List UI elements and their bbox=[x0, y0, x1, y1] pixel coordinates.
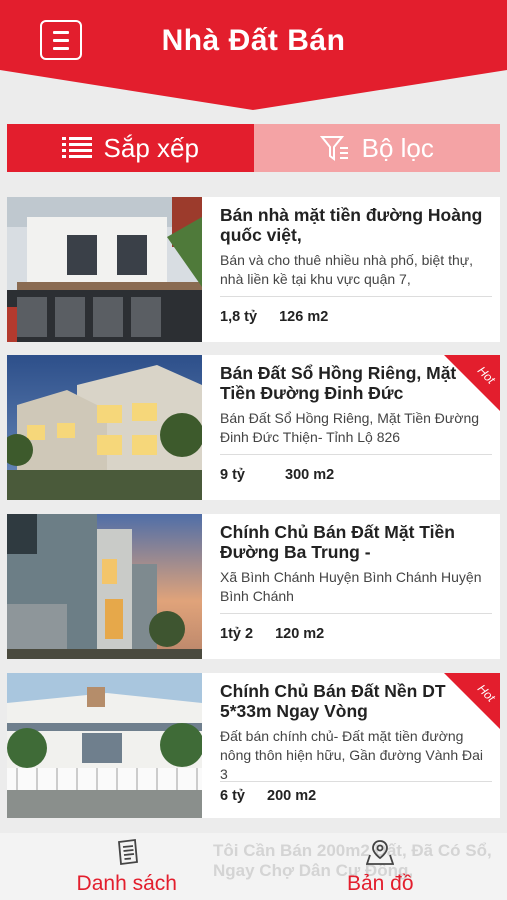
list-document-icon bbox=[117, 838, 138, 865]
divider bbox=[220, 781, 492, 782]
listing-card[interactable]: Chính Chủ Bán Đất Nền DT 5*33m Ngay Vòng… bbox=[7, 673, 500, 818]
listing-price: 9 tỷ bbox=[220, 467, 245, 483]
page-title: Nhà Đất Bán bbox=[161, 24, 346, 57]
list-icon bbox=[61, 137, 92, 158]
divider bbox=[220, 613, 492, 614]
listing-card[interactable]: Bán nhà mặt tiền đường Hoàng quốc việt, … bbox=[7, 197, 500, 342]
filter-button[interactable]: Bộ lọc bbox=[253, 124, 500, 172]
sort-label: Sắp xếp bbox=[103, 132, 199, 163]
hot-badge: Hot bbox=[444, 673, 500, 729]
listing-price: 6 tỷ bbox=[220, 788, 245, 804]
listing-price: 1,8 tỷ bbox=[220, 309, 258, 325]
filter-icon bbox=[319, 136, 348, 161]
listing-description: Bán Đất Sổ Hồng Riêng, Mặt Tiền Đường Đi… bbox=[220, 410, 480, 445]
nav-map-label: Bản đồ bbox=[346, 871, 414, 895]
filter-label: Bộ lọc bbox=[361, 132, 434, 163]
listing-price: 1tỷ 2 bbox=[220, 626, 254, 642]
map-pin-icon bbox=[366, 839, 395, 865]
listing-description: Xã Bình Chánh Huyện Bình Chánh Huyện Bìn… bbox=[220, 569, 482, 604]
listing-area: 120 m2 bbox=[275, 626, 325, 642]
app-header: Nhà Đất Bán bbox=[0, 0, 507, 110]
listing-photo bbox=[7, 673, 202, 818]
listing-photo bbox=[7, 514, 202, 659]
divider bbox=[220, 296, 492, 297]
listing-title: Bán nhà mặt tiền đường Hoàng quốc việt, bbox=[220, 205, 483, 245]
hot-badge: Hot bbox=[444, 355, 500, 411]
listing-area: 200 m2 bbox=[267, 788, 317, 804]
listing-photo bbox=[7, 197, 202, 342]
nav-list-button[interactable]: Danh sách bbox=[0, 833, 254, 900]
listing-card[interactable]: Chính Chủ Bán Đất Mặt Tiền Đường Ba Trun… bbox=[7, 514, 500, 659]
listing-area: 300 m2 bbox=[285, 467, 335, 483]
listing-area: 126 m2 bbox=[279, 309, 329, 325]
divider bbox=[220, 454, 492, 455]
listing-description: Bán và cho thuê nhiều nhà phố, biệt thự,… bbox=[220, 252, 474, 287]
nav-map-button[interactable]: Bản đồ bbox=[254, 833, 507, 900]
listing-title: Chính Chủ Bán Đất Mặt Tiền Đường Ba Trun… bbox=[220, 522, 455, 562]
listing-photo bbox=[7, 355, 202, 500]
bottom-nav: Tôi Cần Bán 200m2 Đất, Đã Có Sổ, Ngay Ch… bbox=[0, 833, 507, 900]
sort-filter-tabs: Sắp xếp Bộ lọc bbox=[7, 124, 500, 172]
sort-button[interactable]: Sắp xếp bbox=[7, 124, 254, 172]
listing-description: Đất bán chính chủ- Đất mặt tiền đường nô… bbox=[220, 728, 483, 782]
listing-feed: Bán nhà mặt tiền đường Hoàng quốc việt, … bbox=[0, 185, 507, 835]
nav-list-label: Danh sách bbox=[76, 871, 177, 895]
listing-card[interactable]: Bán Đất Sổ Hồng Riêng, Mặt Tiền Đường Đi… bbox=[7, 355, 500, 500]
